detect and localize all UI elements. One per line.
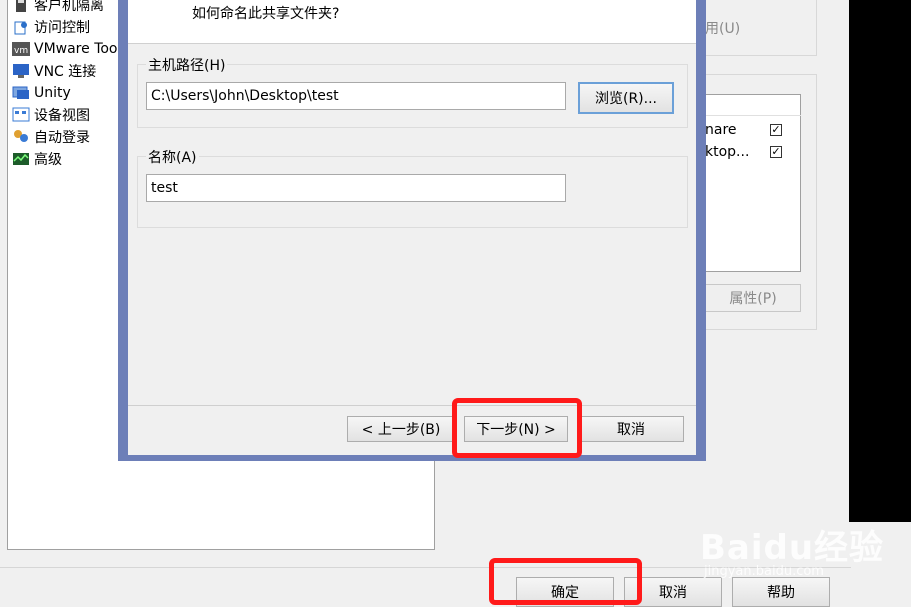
sidebar-item[interactable]: Unity — [12, 82, 71, 104]
list-item-checkbox[interactable]: ✓ — [770, 124, 782, 136]
watermark-url: jingyan.baidu.com — [704, 564, 824, 579]
help-button[interactable]: 帮助 — [732, 577, 830, 607]
autologin-icon — [12, 128, 30, 146]
browse-button[interactable]: 浏览(R)... — [578, 82, 674, 114]
advanced-icon — [12, 150, 30, 168]
sidebar-item[interactable]: vm VMware Too — [12, 38, 118, 60]
access-control-icon — [12, 18, 30, 36]
list-item-checkbox[interactable]: ✓ — [770, 146, 782, 158]
properties-button[interactable]: 属性(P) — [705, 284, 801, 312]
host-path-input[interactable]: C:\Users\John\Desktop\test — [146, 82, 566, 110]
sidebar-item[interactable]: 自动登录 — [12, 126, 90, 148]
sidebar-item[interactable]: VNC 连接 — [12, 60, 96, 82]
shared-folders-list[interactable] — [705, 94, 801, 272]
list-item[interactable]: nare — [705, 122, 737, 138]
vmware-tools-icon: vm — [12, 40, 30, 58]
ok-button-highlight — [489, 558, 642, 605]
sidebar-item-label: Unity — [34, 85, 71, 101]
wizard-header: 如何命名此共享文件夹? — [128, 0, 696, 44]
wizard-question: 如何命名此共享文件夹? — [192, 6, 340, 22]
watermark-brand: Baidu经验 — [700, 528, 885, 568]
shared-folders-list-header — [705, 94, 801, 116]
sidebar-item-label: 访问控制 — [34, 20, 90, 36]
sidebar-item[interactable]: 高级 — [12, 148, 62, 170]
host-path-label: 主机路径(H) — [146, 55, 228, 75]
sidebar-item-label: VMware Too — [34, 41, 118, 57]
next-button-highlight — [452, 398, 582, 458]
back-button[interactable]: < 上一步(B) — [347, 416, 455, 442]
sidebar-item[interactable]: 访问控制 — [12, 16, 90, 38]
sidebar-item-label: 设备视图 — [34, 108, 90, 124]
vnc-icon — [12, 62, 30, 80]
background-window — [849, 0, 911, 522]
svg-text:vm: vm — [14, 46, 28, 56]
name-input[interactable]: test — [146, 174, 566, 202]
unity-icon — [12, 84, 30, 102]
sidebar-item-label: 自动登录 — [34, 130, 90, 146]
isolation-icon — [12, 0, 30, 14]
sidebar-item-label: 客户机隔离 — [34, 0, 104, 14]
sidebar-item[interactable]: 设备视图 — [12, 104, 90, 126]
name-label: 名称(A) — [146, 147, 199, 167]
sidebar-item-label: 高级 — [34, 152, 62, 168]
sidebar-item-label: VNC 连接 — [34, 64, 97, 80]
sidebar-item[interactable]: 客户机隔离 — [12, 0, 104, 16]
wizard-cancel-button[interactable]: 取消 — [578, 416, 684, 442]
list-item[interactable]: ktop... — [705, 144, 749, 160]
device-view-icon — [12, 106, 30, 124]
disabled-option-label: 用(U) — [705, 21, 741, 37]
